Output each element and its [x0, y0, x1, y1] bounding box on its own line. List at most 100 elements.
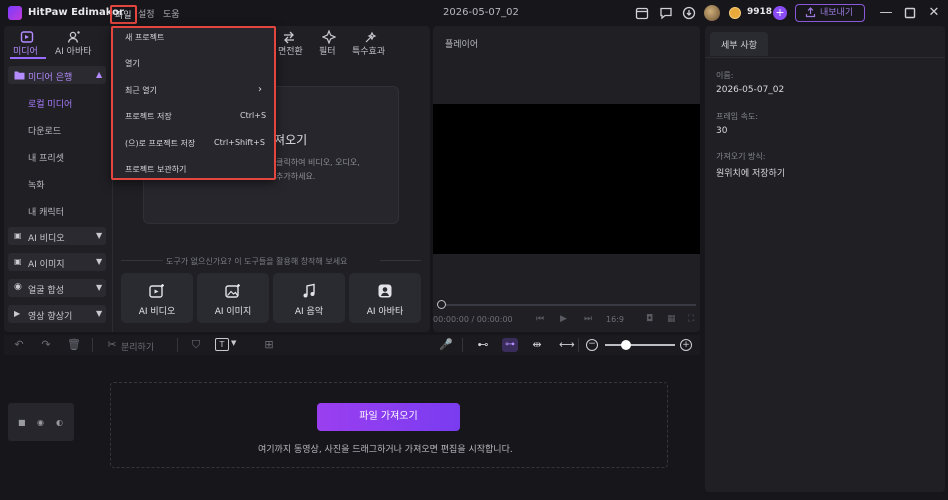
import-files-button[interactable]: 파일 가져오기: [317, 403, 460, 431]
enhance-icon: ▶: [14, 309, 21, 318]
divider-line: [380, 260, 421, 261]
menu-item-save-project[interactable]: 프로젝트 저장: [125, 111, 172, 122]
menu-item-archive-project[interactable]: 프로젝트 보관하기: [125, 164, 186, 175]
download-icon[interactable]: [682, 6, 696, 20]
feedback-icon[interactable]: [659, 6, 673, 20]
redo-icon[interactable]: ↷: [40, 339, 52, 351]
fullscreen-icon[interactable]: ⛶: [688, 314, 694, 324]
snapshot-icon[interactable]: ◘: [646, 314, 653, 324]
project-title: 2026-05-07_02: [443, 7, 519, 18]
divider-line: [121, 260, 163, 261]
avatar-icon[interactable]: [67, 30, 81, 44]
export-button[interactable]: 내보내기: [795, 4, 865, 22]
tab-details-label: 세부 사항: [721, 41, 757, 51]
tool-ai-avatar[interactable]: AI 아바타: [349, 273, 421, 323]
magnet-icon[interactable]: ⊶: [502, 338, 518, 352]
sidebar-item-presets[interactable]: 내 프리셋: [28, 151, 64, 164]
details-divider: [705, 57, 945, 58]
maximize-icon[interactable]: [903, 6, 917, 20]
tool-label: AI 음악: [294, 307, 324, 317]
next-frame-icon[interactable]: ⏭: [584, 314, 592, 324]
active-tab-indicator: [10, 57, 46, 59]
tab-media[interactable]: 미디어: [13, 44, 38, 57]
sidebar-group-face-swap[interactable]: ◉ 얼굴 합성 ▼: [8, 279, 106, 297]
detail-name-label: 이름:: [716, 71, 734, 80]
sidebar-group-ai-video[interactable]: ▣ AI 비디오 ▼: [8, 227, 106, 245]
ai-avatar-icon: [378, 284, 392, 298]
split-button[interactable]: 분리하기: [121, 340, 154, 353]
playback-progress[interactable]: [441, 304, 696, 306]
toolbar-divider: [578, 338, 579, 352]
details-panel: [705, 26, 945, 492]
file-menu-dropdown: [111, 26, 276, 180]
link-icon[interactable]: ⊷: [477, 339, 489, 351]
volume-icon[interactable]: ◐: [56, 418, 63, 427]
chevron-down-icon: ▼: [96, 231, 103, 240]
text-icon[interactable]: T: [215, 338, 229, 351]
prev-frame-icon[interactable]: ⏮: [536, 314, 544, 324]
menu-item-open[interactable]: 열기: [125, 58, 140, 69]
tab-transition[interactable]: 면전환: [278, 44, 303, 57]
delete-icon[interactable]: 🗑: [67, 339, 81, 351]
sidebar-group-label: 미디어 은행: [28, 73, 73, 83]
sidebar-group-enhancer[interactable]: ▶ 영상 향상기 ▼: [8, 305, 106, 323]
sidebar-item-characters[interactable]: 내 캐릭터: [28, 205, 64, 218]
menu-settings[interactable]: 설정: [138, 7, 155, 20]
shield-icon[interactable]: ⛉: [190, 339, 202, 351]
tool-ai-video[interactable]: AI 비디오: [121, 273, 193, 323]
sidebar-group-media-library[interactable]: 미디어 은행 ▲: [8, 66, 106, 84]
menu-file[interactable]: 파일: [110, 5, 137, 24]
media-icon[interactable]: [20, 30, 34, 44]
add-credits-button[interactable]: +: [773, 6, 787, 20]
sidebar-item-local-media[interactable]: 로컬 미디어: [28, 97, 72, 110]
player-title: 플레이어: [445, 40, 479, 50]
video-preview[interactable]: [433, 104, 700, 254]
minimize-icon[interactable]: —: [879, 6, 893, 20]
chevron-down-icon: ▼: [96, 309, 103, 318]
zoom-slider[interactable]: [605, 344, 675, 346]
sidebar-group-label: 영상 향상기: [28, 312, 73, 322]
zoom-out-icon[interactable]: −: [586, 339, 598, 351]
menu-item-save-as[interactable]: (으)로 프로젝트 저장: [125, 138, 195, 149]
user-avatar[interactable]: [704, 5, 720, 21]
undo-icon[interactable]: ↶: [13, 339, 25, 351]
fit-timeline-icon[interactable]: ⟷: [559, 339, 575, 351]
play-icon[interactable]: ▶: [560, 314, 567, 324]
calendar-icon[interactable]: [635, 6, 649, 20]
tab-filter[interactable]: 필터: [319, 44, 336, 57]
filter-icon[interactable]: [322, 30, 336, 44]
split-clip-icon[interactable]: ⇹: [531, 339, 543, 351]
caption-icon[interactable]: ⊞: [263, 339, 275, 351]
quality-icon[interactable]: ▦: [667, 314, 676, 324]
sidebar-item-downloads[interactable]: 다운로드: [28, 124, 61, 137]
chevron-down-icon[interactable]: ▼: [231, 339, 236, 347]
toolbar-divider: [177, 338, 178, 352]
tab-ai-avatar[interactable]: AI 아바타: [55, 44, 92, 57]
sidebar-group-ai-image[interactable]: ▣ AI 이미지 ▼: [8, 253, 106, 271]
microphone-icon[interactable]: 🎤: [439, 339, 453, 351]
scissors-icon[interactable]: ✂: [106, 339, 118, 351]
coin-icon: [729, 7, 741, 19]
tab-effects[interactable]: 특수효과: [352, 44, 385, 57]
playhead-handle[interactable]: [437, 300, 446, 309]
detail-name-value: 2026-05-07_02: [716, 85, 785, 95]
zoom-in-icon[interactable]: +: [680, 339, 692, 351]
tool-ai-music[interactable]: AI 음악: [273, 273, 345, 323]
lock-icon[interactable]: ■: [18, 418, 26, 427]
zoom-slider-handle[interactable]: [621, 340, 631, 350]
menu-item-new-project[interactable]: 새 프로젝트: [125, 32, 164, 43]
tool-ai-image[interactable]: AI 이미지: [197, 273, 269, 323]
tools-hint: 도구가 없으신가요? 이 도구들을 활용해 창작해 보세요: [166, 257, 348, 266]
tool-label: AI 비디오: [138, 307, 176, 317]
ai-image-icon: ▣: [14, 257, 22, 266]
menu-item-recent[interactable]: 최근 열기: [125, 85, 157, 96]
aspect-ratio[interactable]: 16:9: [606, 315, 624, 324]
menu-help[interactable]: 도움: [163, 7, 180, 20]
timeline-hint: 여기까지 동영상, 사진을 드래그하거나 가져오면 편집을 시작합니다.: [258, 445, 513, 455]
close-icon[interactable]: ✕: [927, 6, 941, 20]
eye-icon[interactable]: ◉: [37, 418, 44, 427]
effects-icon[interactable]: [364, 30, 378, 44]
sidebar-group-label: 얼굴 합성: [28, 286, 64, 296]
sidebar-item-recordings[interactable]: 녹화: [28, 178, 45, 191]
transition-icon[interactable]: [282, 30, 296, 44]
